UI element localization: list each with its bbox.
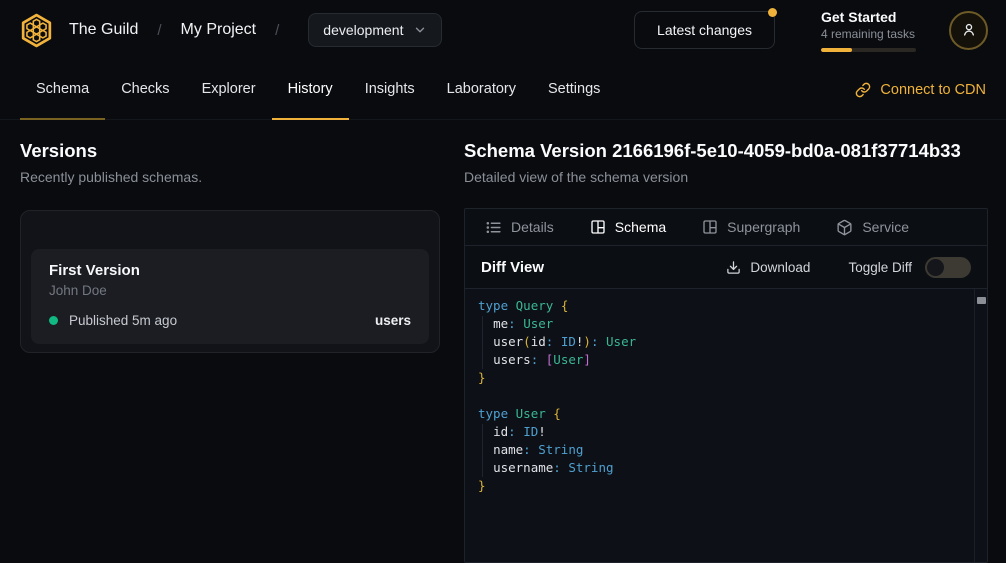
main-content: Versions Recently published schemas. Fir… <box>0 120 1006 563</box>
diff-view-header: Diff View Download Toggle Diff <box>465 246 987 289</box>
breadcrumb-org[interactable]: The Guild <box>69 21 138 39</box>
latest-changes-label: Latest changes <box>657 22 752 38</box>
versions-subtitle: Recently published schemas. <box>20 169 440 185</box>
columns-icon <box>590 219 606 235</box>
breadcrumb-separator: / <box>275 22 279 39</box>
tab-checks[interactable]: Checks <box>105 60 185 120</box>
version-meta-row: Published 5m ago users <box>49 313 411 328</box>
detail-tab-service[interactable]: Service <box>836 219 909 236</box>
diff-view-actions: Download Toggle Diff <box>726 257 971 278</box>
breadcrumb: The Guild / My Project / <box>69 21 298 39</box>
schema-detail-card: Details Schema S <box>464 208 988 563</box>
breadcrumb-project[interactable]: My Project <box>181 21 257 39</box>
tab-explorer[interactable]: Explorer <box>186 60 272 120</box>
version-name: First Version <box>49 262 411 279</box>
version-list-item[interactable]: First Version John Doe Published 5m ago … <box>31 249 429 344</box>
published-status-dot <box>49 316 58 325</box>
download-icon <box>726 260 741 275</box>
schema-version-title: Schema Version 2166196f-5e10-4059-bd0a-0… <box>464 140 988 162</box>
notification-dot <box>768 8 777 17</box>
connect-to-cdn-link[interactable]: Connect to CDN <box>855 60 986 119</box>
cube-icon <box>836 219 853 236</box>
app-header: The Guild / My Project / development Lat… <box>0 0 1006 60</box>
detail-tab-bar: Details Schema S <box>465 209 987 246</box>
list-icon <box>485 219 502 236</box>
schema-version-panel: Schema Version 2166196f-5e10-4059-bd0a-0… <box>460 120 1006 563</box>
code-lines: type Query { me: User user(id: ID!): Use… <box>478 297 961 495</box>
get-started-widget[interactable]: Get Started 4 remaining tasks <box>821 9 921 52</box>
schema-sdl-code[interactable]: type Query { me: User user(id: ID!): Use… <box>465 289 987 562</box>
link-icon <box>855 82 871 98</box>
schema-version-subtitle: Detailed view of the schema version <box>464 169 988 185</box>
toggle-diff-label: Toggle Diff <box>848 260 912 275</box>
get-started-progress-bar <box>821 48 916 52</box>
download-label: Download <box>750 260 810 275</box>
get-started-title: Get Started <box>821 9 921 25</box>
version-author: John Doe <box>49 283 411 298</box>
version-status: Published 5m ago <box>69 313 177 328</box>
tab-schema[interactable]: Schema <box>20 60 105 120</box>
detail-tab-label: Supergraph <box>727 219 800 235</box>
detail-tab-label: Schema <box>615 219 666 235</box>
detail-tab-details[interactable]: Details <box>485 219 554 236</box>
target-nav-tabs: Schema Checks Explorer History Insights … <box>0 60 1006 120</box>
tab-laboratory[interactable]: Laboratory <box>431 60 532 120</box>
detail-tab-schema[interactable]: Schema <box>590 219 666 235</box>
diff-view-title: Diff View <box>481 259 544 276</box>
download-button[interactable]: Download <box>726 260 810 275</box>
scrollbar-thumb[interactable] <box>977 297 986 304</box>
user-avatar[interactable] <box>949 11 988 50</box>
tab-insights[interactable]: Insights <box>349 60 431 120</box>
breadcrumb-separator: / <box>157 22 161 39</box>
tab-history[interactable]: History <box>272 60 349 120</box>
versions-title: Versions <box>20 140 440 162</box>
environment-dropdown[interactable]: development <box>308 13 442 47</box>
detail-tab-supergraph[interactable]: Supergraph <box>702 219 800 235</box>
user-icon <box>960 21 978 39</box>
versions-panel: Versions Recently published schemas. Fir… <box>0 120 460 563</box>
service-badge: users <box>375 313 411 328</box>
indent-guide <box>482 316 483 369</box>
versions-list-card: First Version John Doe Published 5m ago … <box>20 210 440 353</box>
code-scrollbar[interactable] <box>974 289 987 562</box>
progress-fill <box>821 48 852 52</box>
get-started-subtitle: 4 remaining tasks <box>821 27 921 41</box>
columns-icon <box>702 219 718 235</box>
guild-logo-icon[interactable] <box>18 12 55 49</box>
detail-tab-label: Details <box>511 219 554 235</box>
switch-knob <box>927 259 944 276</box>
indent-guide <box>482 424 483 477</box>
toggle-diff-switch[interactable] <box>925 257 971 278</box>
detail-tab-label: Service <box>862 219 909 235</box>
tab-settings[interactable]: Settings <box>532 60 616 120</box>
latest-changes-button[interactable]: Latest changes <box>634 11 775 49</box>
connect-to-cdn-label: Connect to CDN <box>880 82 986 98</box>
chevron-down-icon <box>413 23 427 37</box>
environment-dropdown-value: development <box>323 22 403 38</box>
